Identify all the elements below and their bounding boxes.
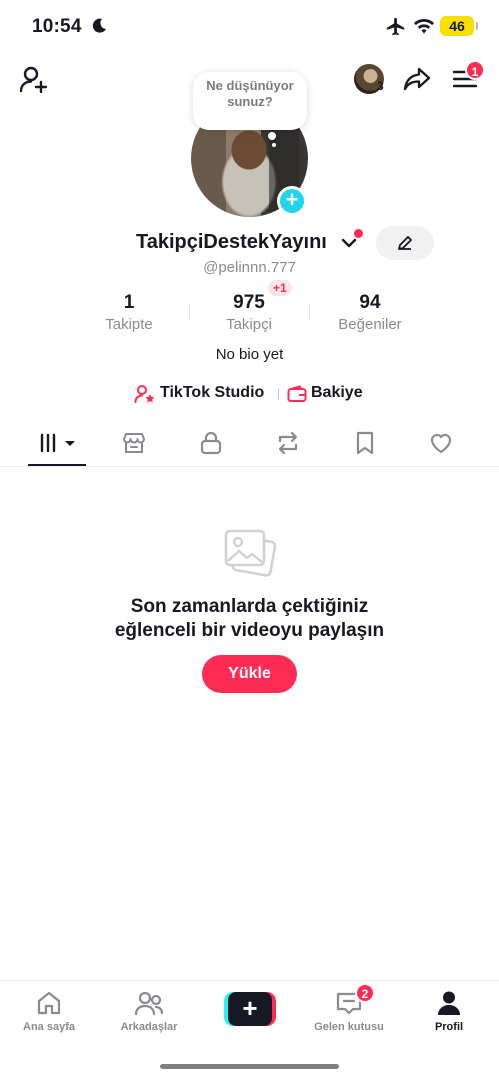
followers-stat[interactable]: 975 Takipçi [194,292,304,333]
nav-friends[interactable]: Arkadaşlar [104,989,194,1033]
shop-icon[interactable] [121,430,147,456]
likes-label: Beğeniler [338,316,402,333]
home-icon [37,991,61,1015]
nav-friends-label: Arkadaşlar [120,1021,178,1033]
user-handle: @pelinnn.777 [203,259,296,276]
nav-profile-label: Profil [434,1021,464,1033]
balance-link[interactable]: Bakiye [311,384,363,402]
tiktok-studio-link[interactable]: TikTok Studio [160,384,264,402]
add-avatar-button[interactable]: + [277,186,307,216]
account-notification-dot [354,229,363,238]
wallet-icon[interactable] [287,385,307,403]
stat-divider [189,305,190,321]
home-indicator [160,1064,339,1069]
nav-home-label: Ana sayfa [23,1021,75,1033]
likes-stat[interactable]: 94 Beğeniler [315,292,425,333]
story-count: 3 [377,79,384,93]
profile-icon [438,991,460,1015]
stat-divider [309,305,310,321]
following-count: 1 [123,292,135,313]
add-friend-icon[interactable] [18,64,50,96]
empty-state-line-1: Son zamanlarda çektiğiniz [130,596,369,617]
share-icon[interactable] [402,64,432,94]
pencil-icon [398,236,412,250]
plus-icon: + [228,992,272,1026]
videos-grid-icon[interactable] [38,430,78,456]
status-bar: 10:54 46 [0,0,499,56]
wifi-icon [414,19,434,34]
nav-inbox[interactable]: Gelen kutusu [304,989,394,1033]
active-tab-indicator [28,464,86,466]
inbox-notification-badge: 2 [355,983,375,1003]
following-label: Takipte [105,316,153,333]
followers-label: Takipçi [226,316,272,333]
status-time: 10:54 [32,16,82,37]
battery-indicator: 46 [440,16,478,36]
display-name[interactable]: TakipçiDestekYayını [136,231,327,254]
empty-state-line-2: eğlenceli bir videoyu paylaşın [114,620,385,641]
new-followers-badge: +1 [268,280,292,296]
following-stat[interactable]: 1 Takipte [74,292,184,333]
airplane-icon [386,17,405,36]
nav-profile[interactable]: Profil [404,989,494,1033]
profile-tabs [0,420,499,467]
nav-inbox-label: Gelen kutusu [314,1021,384,1033]
heart-icon[interactable] [428,430,454,456]
friends-icon [134,991,164,1016]
upload-button[interactable]: Yükle [202,655,297,693]
bookmark-icon[interactable] [352,430,378,456]
edit-profile-button[interactable] [376,226,434,260]
menu-notification-badge: 1 [465,60,485,80]
thought-bubble-dot [268,132,276,140]
create-button[interactable]: + [224,992,276,1026]
lock-icon[interactable] [198,430,224,456]
thought-bubble-dot [272,143,276,147]
studio-icon[interactable] [134,383,156,405]
link-divider [278,388,279,400]
thought-bubble[interactable]: Ne düşünüyorsunuz? [193,72,307,130]
chevron-down-icon[interactable] [340,236,358,250]
photos-icon [224,529,277,577]
empty-state-title: Son zamanlarda çektiğiniz eğlenceli bir … [0,595,499,643]
repost-icon[interactable] [275,430,301,456]
followers-count: 975 [233,292,265,313]
moon-icon [92,18,106,33]
likes-count: 94 [359,292,381,313]
thought-bubble-text: Ne düşünüyorsunuz? [206,78,294,109]
profile-bio[interactable]: No bio yet [0,346,499,363]
nav-home[interactable]: Ana sayfa [4,989,94,1033]
